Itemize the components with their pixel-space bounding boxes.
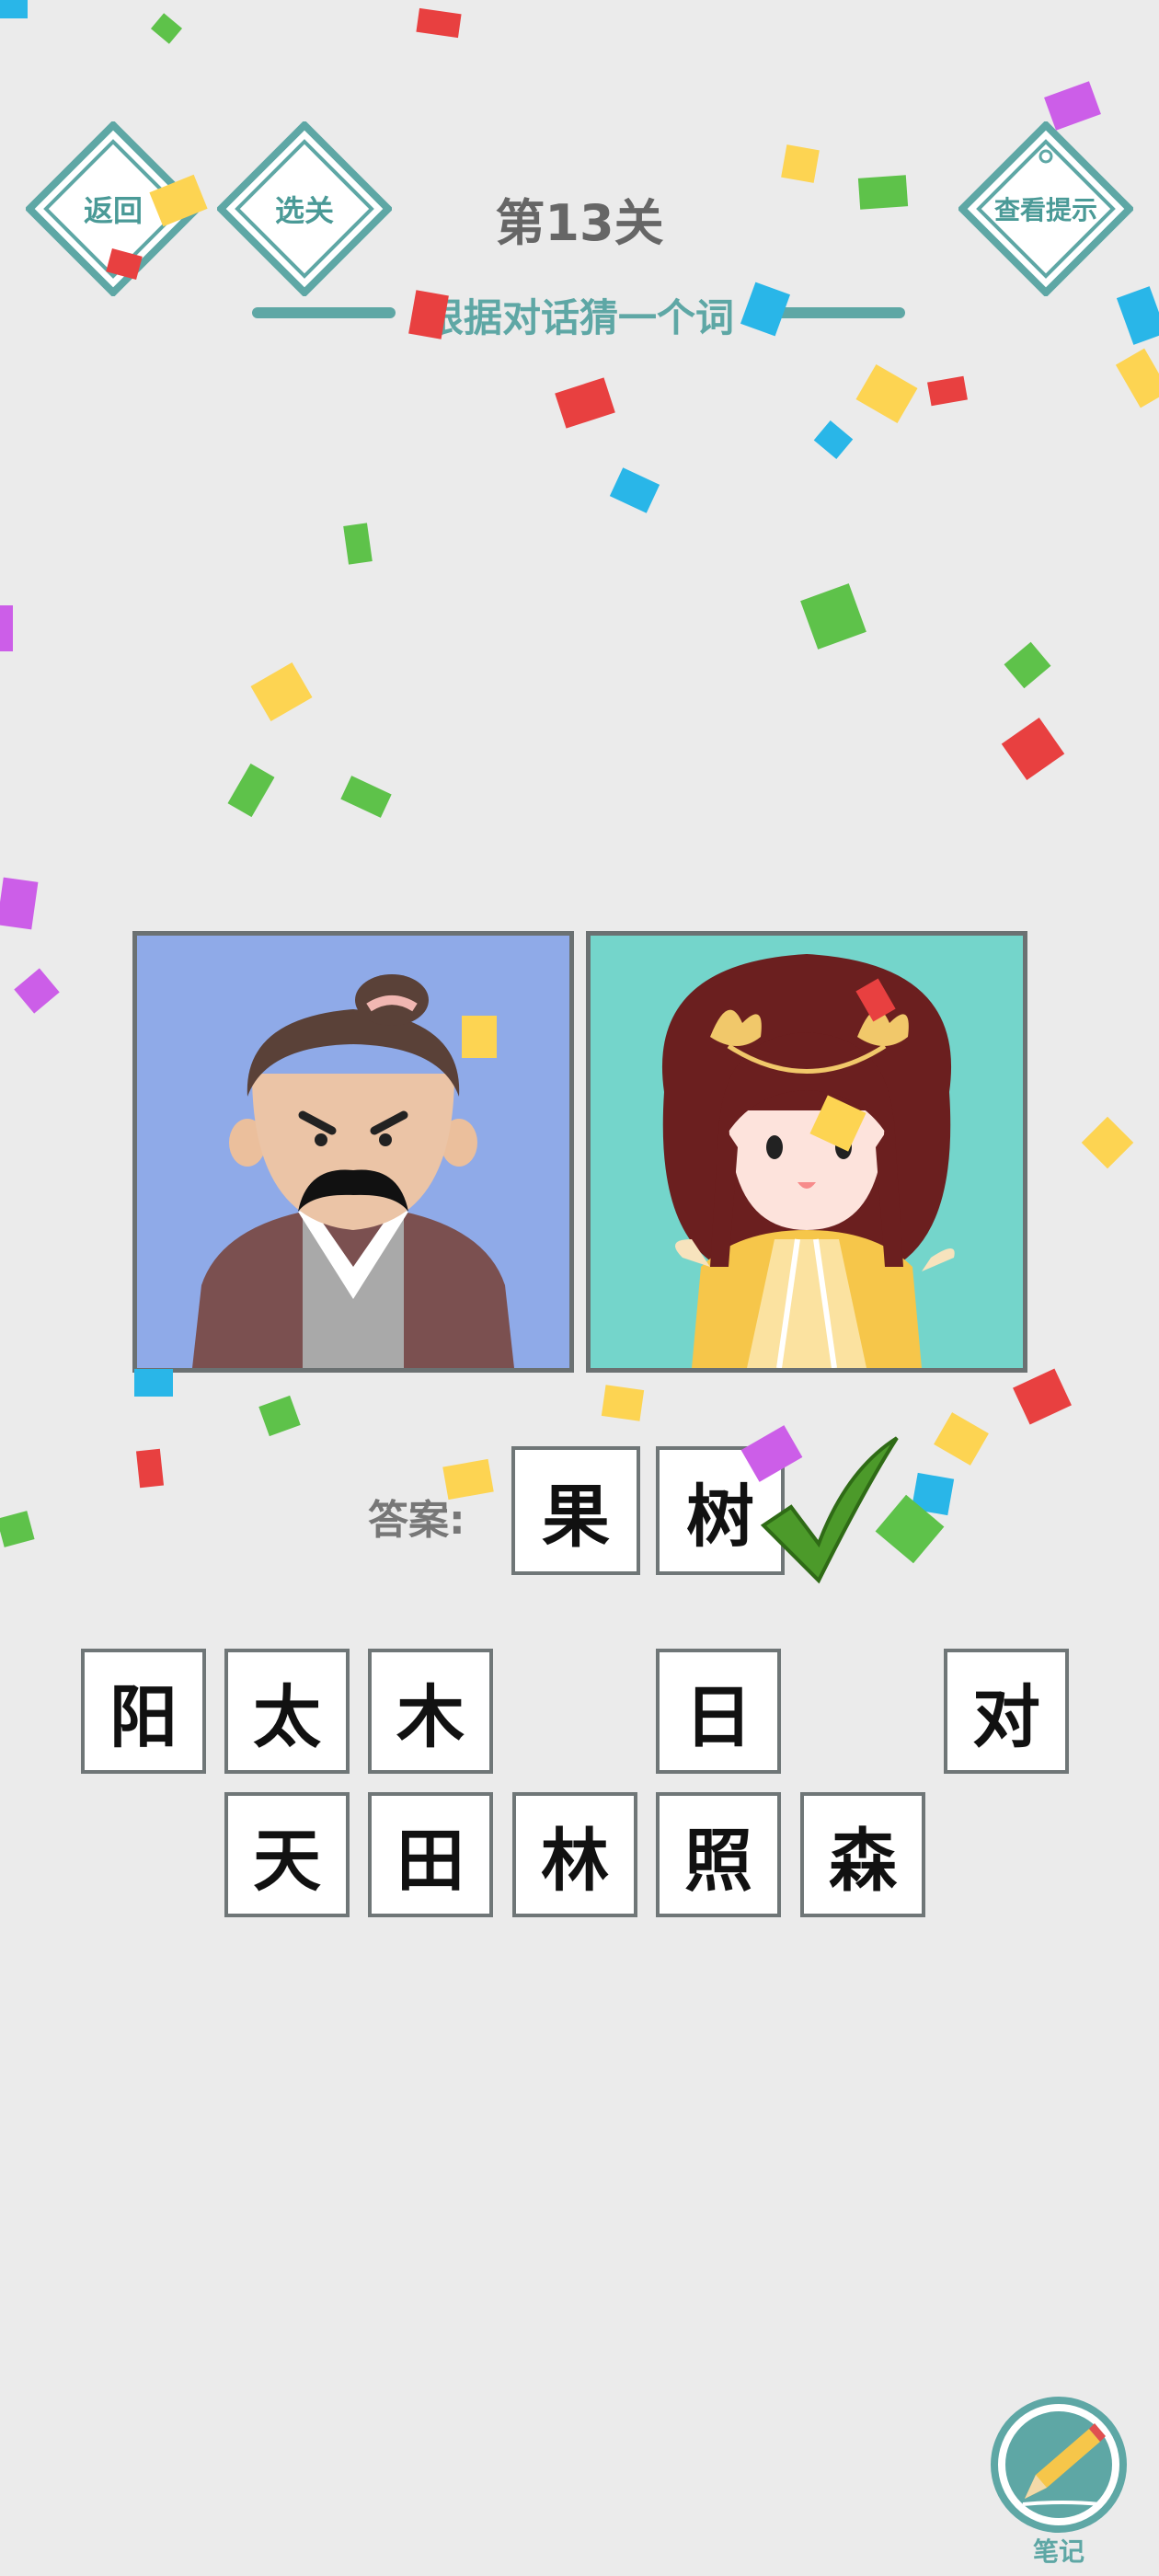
princess-illustration: [661, 954, 955, 1368]
choice-tile[interactable]: 日: [656, 1649, 781, 1774]
choice-tile[interactable]: 天: [224, 1792, 350, 1917]
notes-label: 笔记: [1032, 2536, 1084, 2567]
choice-tile[interactable]: 阳: [81, 1649, 206, 1774]
choice-tile[interactable]: 太: [224, 1649, 350, 1774]
choice-tile[interactable]: 林: [512, 1792, 637, 1917]
choice-tile[interactable]: 森: [800, 1792, 925, 1917]
subtitle-line-right: [765, 307, 905, 318]
subtitle-line-left: [252, 307, 396, 318]
panel-angry-old-man: [132, 931, 574, 1373]
level-title: 第13关: [495, 194, 664, 252]
choice-tile[interactable]: 木: [368, 1649, 493, 1774]
answer-slot-1[interactable]: 果: [511, 1446, 640, 1575]
notes-button[interactable]: 笔记: [990, 2396, 1128, 2570]
choice-tile[interactable]: 田: [368, 1792, 493, 1917]
view-hint-button[interactable]: 查看提示: [958, 121, 1133, 296]
select-level-label: 选关: [274, 193, 334, 228]
choice-tile[interactable]: 对: [944, 1649, 1069, 1774]
angry-old-man-illustration: [192, 974, 514, 1368]
choice-tile[interactable]: 照: [656, 1792, 781, 1917]
puzzle-subtitle: 根据对话猜一个词: [424, 295, 734, 340]
view-hint-label: 查看提示: [993, 195, 1097, 225]
select-level-button[interactable]: 选关: [217, 121, 392, 296]
pencil-icon: [991, 2397, 1127, 2533]
panel-princess: [586, 931, 1027, 1373]
